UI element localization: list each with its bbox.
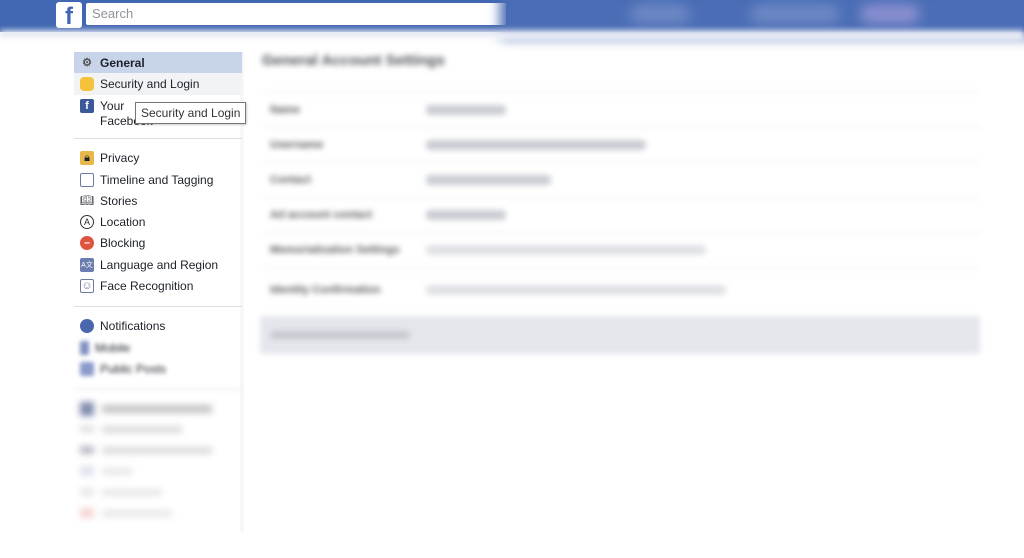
sidebar-item-blocking[interactable]: – Blocking xyxy=(74,233,242,254)
lock-icon: 🔒︎ xyxy=(80,151,94,166)
timeline-icon xyxy=(80,172,94,187)
mobile-icon xyxy=(80,340,89,355)
sidebar-item-label: Notifications xyxy=(100,319,166,334)
sidebar-item-label: Stories xyxy=(100,193,138,208)
face-recognition-icon: ☺ xyxy=(80,279,94,294)
row-label: Memorialization Settings xyxy=(270,244,400,256)
sidebar-item-label: Face Recognition xyxy=(100,279,194,294)
globe-icon xyxy=(80,319,94,334)
facebook-icon: f xyxy=(80,98,94,113)
sidebar-item-label: General xyxy=(100,55,145,70)
sidebar-item-label: Blocking xyxy=(100,236,146,251)
sidebar-separator xyxy=(74,137,242,139)
sidebar-item-label: Security and Login xyxy=(100,76,200,91)
sidebar-item-stories[interactable]: 📖︎ Stories xyxy=(74,190,242,211)
sidebar-item-mobile[interactable]: Mobile xyxy=(74,337,242,358)
settings-row-memorialization[interactable]: Memorialization Settings xyxy=(264,232,980,267)
sidebar-item-security-and-login[interactable]: Security and Login xyxy=(74,73,242,95)
location-icon: A xyxy=(80,215,94,230)
settings-row-name[interactable]: Name xyxy=(264,92,980,127)
sidebar-item-language-and-region[interactable]: A文 Language and Region xyxy=(74,254,242,275)
sidebar-item-face-recognition[interactable]: ☺ Face Recognition xyxy=(74,275,242,296)
settings-row-ad-account-contact[interactable]: Ad account contact xyxy=(264,197,980,232)
row-label: Username xyxy=(270,139,324,151)
sidebar-item-notifications[interactable]: Notifications xyxy=(74,316,242,337)
language-icon: A文 xyxy=(80,257,94,272)
row-label: Identity Confirmation xyxy=(270,284,381,296)
sidebar-item-label: Privacy xyxy=(100,151,140,166)
page-title: General Account Settings xyxy=(262,52,445,69)
row-label: Contact xyxy=(270,174,311,186)
sidebar-item-public-posts[interactable]: Public Posts xyxy=(74,358,242,379)
row-label: Ad account contact xyxy=(270,209,373,221)
facebook-logo[interactable]: f xyxy=(56,2,82,28)
row-label: Name xyxy=(270,104,300,116)
shield-badge-icon xyxy=(80,76,94,91)
sidebar-item-label: Public Posts xyxy=(100,361,167,376)
general-account-settings-panel: General Account Settings Name Username C… xyxy=(260,52,980,354)
sidebar-item-label: Timeline and Tagging xyxy=(100,172,214,187)
blocking-icon: – xyxy=(80,236,94,251)
sidebar-item-label: Mobile xyxy=(95,340,131,355)
public-posts-icon xyxy=(80,361,94,376)
header-shadow xyxy=(0,30,1024,40)
sidebar-item-location[interactable]: A Location xyxy=(74,211,242,232)
sidebar-separator xyxy=(74,388,242,390)
tooltip: Security and Login xyxy=(135,102,247,124)
top-navigation-bar: f Search xyxy=(0,0,1024,38)
book-icon: 📖︎ xyxy=(80,195,94,208)
settings-row-identity-confirmation[interactable]: Identity Confirmation xyxy=(264,267,980,312)
sidebar-blurred-items xyxy=(74,399,242,524)
sidebar-item-label: Language and Region xyxy=(100,257,219,272)
settings-footer xyxy=(260,316,980,354)
search-input[interactable]: Search xyxy=(86,3,506,25)
settings-row-contact[interactable]: Contact xyxy=(264,162,980,197)
settings-row-username[interactable]: Username xyxy=(264,127,980,162)
sidebar-item-timeline-and-tagging[interactable]: Timeline and Tagging xyxy=(74,169,242,190)
sidebar-item-label: Location xyxy=(100,215,146,230)
sidebar-item-general[interactable]: ⚙ General xyxy=(74,52,242,74)
sidebar-item-privacy[interactable]: 🔒︎ Privacy xyxy=(74,148,242,169)
gears-icon: ⚙ xyxy=(82,57,92,70)
sidebar-separator xyxy=(74,305,242,307)
